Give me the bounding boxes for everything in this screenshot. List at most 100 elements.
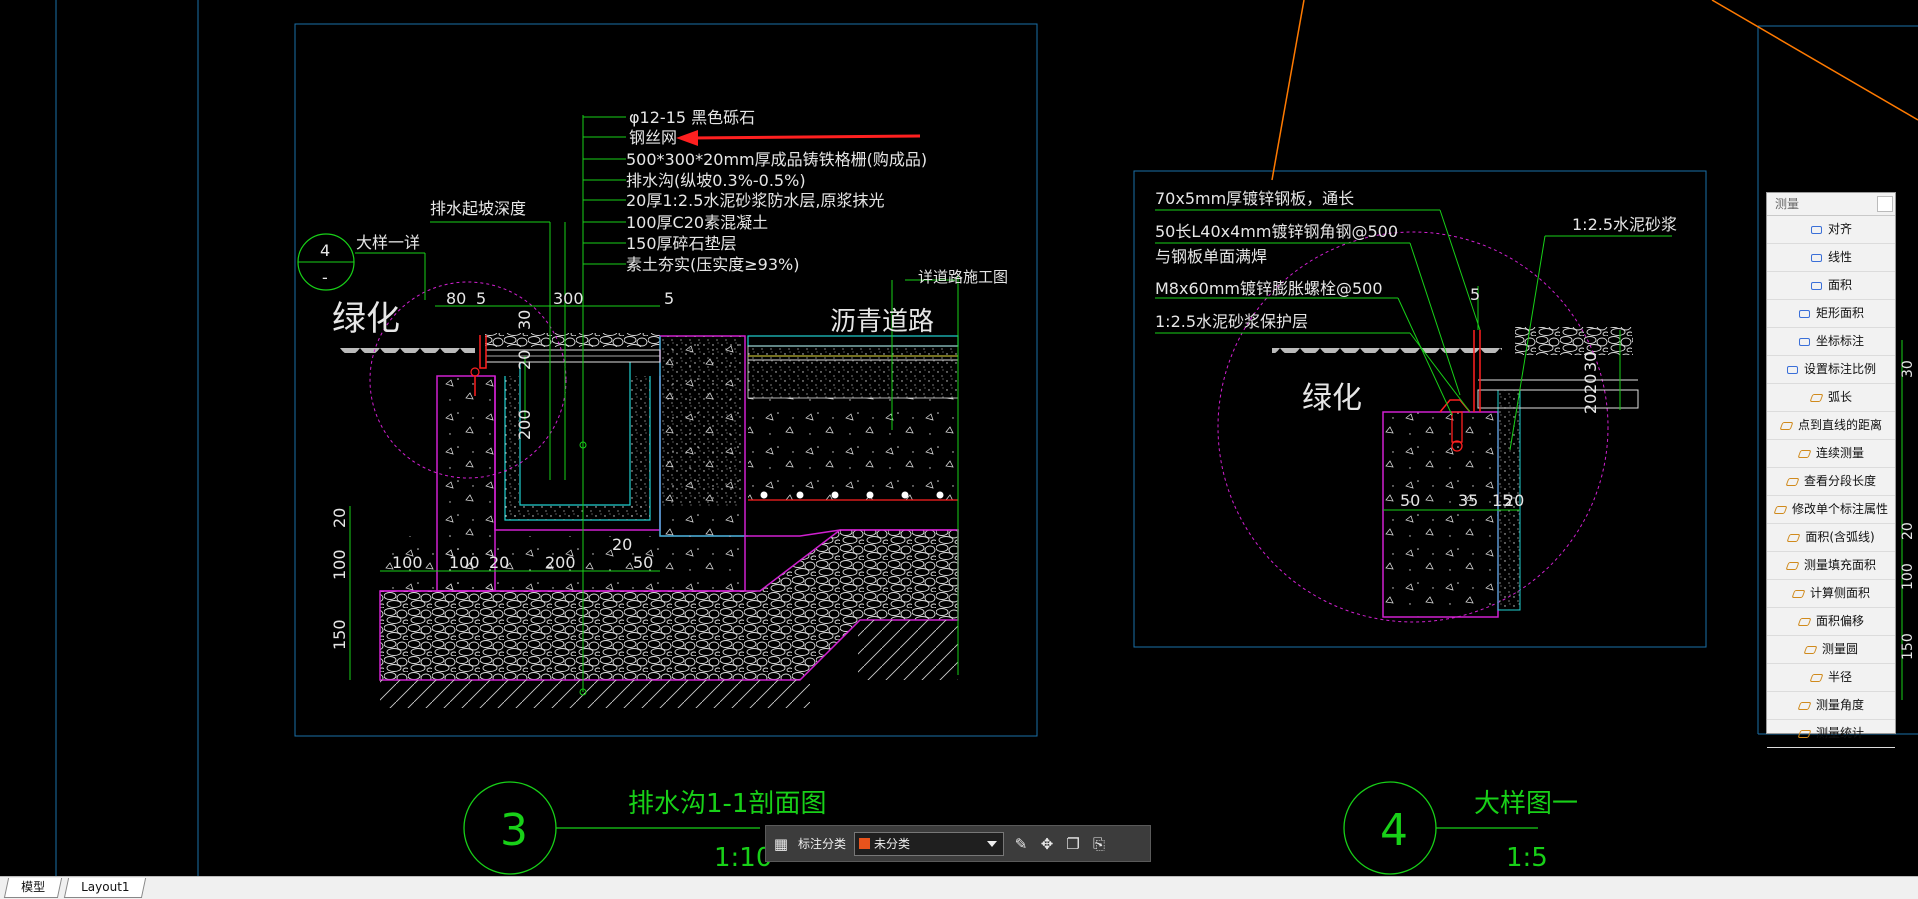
dim-v20: 20 [515, 350, 534, 370]
note-7: 150厚碎石垫层 [626, 234, 737, 253]
measure-coordinate[interactable]: 坐标标注 [1767, 328, 1895, 356]
dim-l20: 20 [330, 508, 349, 528]
rect-area-icon [1798, 308, 1812, 320]
measure-item-label: 半径 [1827, 670, 1852, 684]
edit-dim-icon [1774, 504, 1788, 516]
detail-green-label: 绿化 [1302, 381, 1362, 416]
dim-v200: 200 [515, 409, 534, 440]
measure-rect-area[interactable]: 矩形面积 [1767, 300, 1895, 328]
area-arc-icon [1787, 532, 1801, 544]
measure-item-label: 计算侧面积 [1809, 586, 1870, 600]
detail-dim-35: 35 [1458, 491, 1478, 510]
measure-panel-header[interactable]: 测量 [1767, 193, 1895, 216]
green-area-label: 绿化 [332, 299, 400, 339]
orange-leader-lines [1271, 0, 1918, 181]
detail-label: 大样一详 [356, 233, 420, 252]
measure-point-line[interactable]: 点到直线的距离 [1767, 412, 1895, 440]
road-ref-label: 详道路施工图 [918, 268, 1008, 286]
statistics-icon [1798, 728, 1812, 740]
measure-set-scale[interactable]: 设置标注比例 [1767, 356, 1895, 384]
dim-h100b: 100 [449, 553, 480, 572]
measure-item-label: 矩形面积 [1815, 306, 1864, 320]
edge-drawing-fragment: 30 20 100 150 [1900, 340, 1916, 700]
annotation-category-value: 未分类 [874, 837, 911, 851]
edit-icon[interactable]: ✎ [1012, 835, 1030, 853]
arc-icon [1810, 392, 1824, 404]
linear-dim-icon [1810, 252, 1824, 264]
category-color-swatch [859, 838, 871, 849]
measure-aligned[interactable]: 对齐 [1767, 216, 1895, 244]
measure-segment-length[interactable]: 查看分段长度 [1767, 468, 1895, 496]
coordinate-icon [1798, 336, 1812, 348]
measure-statistics[interactable]: 测量统计 [1767, 720, 1895, 748]
asphalt-road-label: 沥青道路 [830, 307, 934, 337]
segment-icon [1786, 476, 1800, 488]
copy-icon[interactable]: ❐ [1064, 835, 1082, 853]
note-4: 排水沟(纵坡0.3%-0.5%) [626, 171, 806, 190]
measure-item-label: 测量圆 [1821, 642, 1858, 656]
detail-note-1: 70x5mm厚镀锌钢板，通长 [1155, 189, 1354, 208]
detail-number: 4 [320, 241, 330, 260]
measure-edit-dim[interactable]: 修改单个标注属性 [1767, 496, 1895, 524]
measure-linear[interactable]: 线性 [1767, 244, 1895, 272]
close-icon[interactable] [1877, 196, 1893, 212]
note-1: φ12-15 黑色砾石 [629, 108, 755, 127]
measure-item-label: 测量统计 [1815, 726, 1864, 740]
measure-item-label: 设置标注比例 [1803, 362, 1876, 376]
edge-dim-30: 30 [1900, 360, 1916, 378]
paste-icon[interactable]: ⎘ [1090, 835, 1108, 853]
measure-area[interactable]: 面积 [1767, 272, 1895, 300]
measure-item-label: 测量填充面积 [1803, 558, 1876, 572]
measure-side-area[interactable]: 计算侧面积 [1767, 580, 1895, 608]
dim-l100: 100 [330, 549, 349, 580]
measure-panel: 测量 对齐 线性 面积 矩形面积 坐标标注 设置标注比例 弧长 点到直线的距离 … [1766, 192, 1896, 748]
measure-continuous[interactable]: 连续测量 [1767, 440, 1895, 468]
measure-item-label: 坐标标注 [1815, 334, 1864, 348]
measure-hatch-area[interactable]: 测量填充面积 [1767, 552, 1895, 580]
detail-title-block: 4 大样图一 1:5 [1343, 781, 1578, 875]
measure-item-label: 修改单个标注属性 [1791, 502, 1888, 516]
detail-dim-v20a: 20 [1581, 374, 1600, 394]
area-icon [1810, 280, 1824, 292]
tab-layout1[interactable]: Layout1 [63, 878, 147, 898]
circle-icon [1804, 644, 1818, 656]
area-offset-icon [1798, 616, 1812, 628]
measure-item-label: 测量角度 [1815, 698, 1864, 712]
dim-h20-inner: 20 [612, 535, 632, 554]
dim-v30: 30 [515, 310, 534, 330]
measure-item-label: 点到直线的距离 [1797, 418, 1882, 432]
cad-drawing-canvas[interactable]: φ12-15 黑色砾石 钢丝网 500*300*20mm厚成品铸铁格栅(购成品)… [0, 0, 1918, 898]
detail-scale: 1:5 [1506, 843, 1548, 873]
dim-h50: 50 [633, 553, 653, 572]
grid-menu-icon[interactable]: ▦ [772, 835, 790, 853]
detail-drawing-1 [1155, 209, 1672, 623]
measure-area-offset[interactable]: 面积偏移 [1767, 608, 1895, 636]
detail-dim-v20b: 20 [1581, 394, 1600, 414]
annotation-toolbar: ▦ 标注分类 未分类 ✎ ✥ ❐ ⎘ [765, 825, 1151, 862]
measure-circle[interactable]: 测量圆 [1767, 636, 1895, 664]
continuous-icon [1798, 448, 1812, 460]
aligned-dim-icon [1810, 224, 1824, 236]
red-callout-arrow [676, 130, 921, 146]
radius-icon [1810, 672, 1824, 684]
detail-note-2: 50长L40x4mm镀锌钢角钢@500 [1155, 222, 1398, 241]
measure-radius[interactable]: 半径 [1767, 664, 1895, 692]
measure-area-arc[interactable]: 面积(含弧线) [1767, 524, 1895, 552]
measure-angle[interactable]: 测量角度 [1767, 692, 1895, 720]
edge-dim-150: 150 [1900, 633, 1916, 660]
note-2: 钢丝网 [629, 128, 677, 147]
annotation-category-label: 标注分类 [798, 837, 847, 851]
detail-mortar-label: 1:2.5水泥砂浆 [1572, 215, 1677, 234]
detail-dim-v30: 30 [1581, 352, 1600, 372]
measure-item-label: 面积(含弧线) [1805, 530, 1875, 544]
move-icon[interactable]: ✥ [1038, 835, 1056, 853]
note-6: 100厚C20素混凝土 [626, 213, 768, 232]
dim-h200: 200 [545, 553, 576, 572]
tab-label: 模型 [21, 880, 46, 894]
measure-item-label: 连续测量 [1815, 446, 1864, 460]
detail-dash: - [322, 268, 328, 287]
tab-model[interactable]: 模型 [3, 878, 63, 898]
detail-dim-50: 50 [1400, 491, 1420, 510]
measure-arc-length[interactable]: 弧长 [1767, 384, 1895, 412]
annotation-category-select[interactable]: 未分类 [854, 831, 1005, 856]
